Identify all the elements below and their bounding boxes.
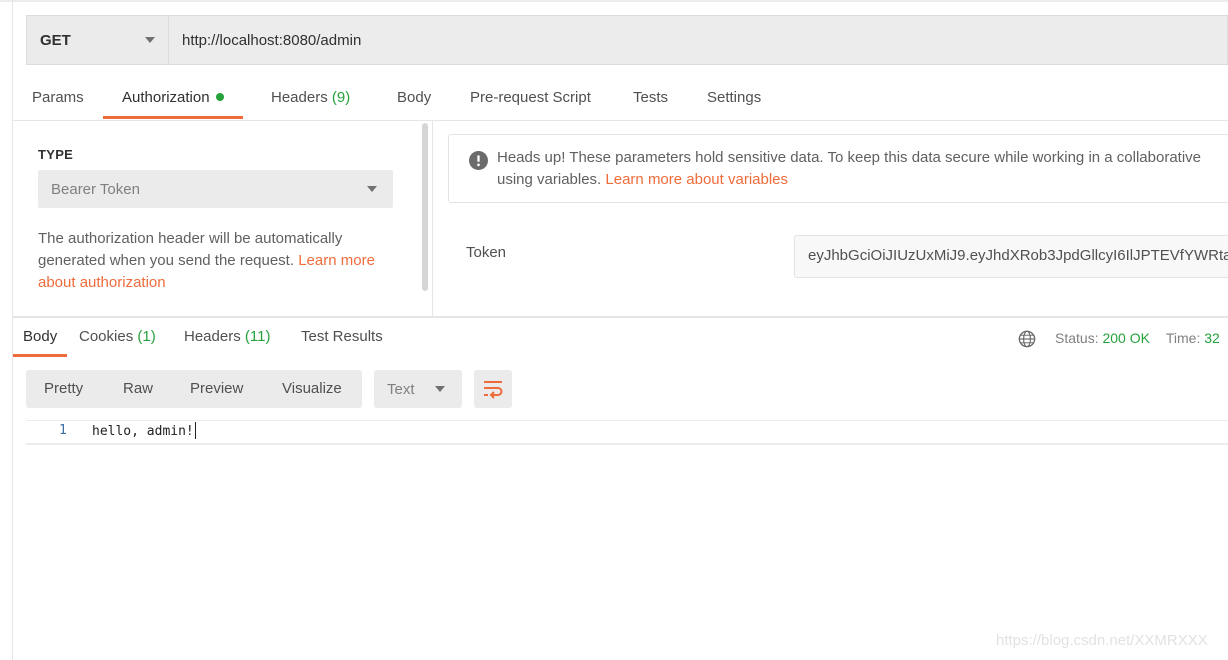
response-body-editor[interactable] bbox=[26, 420, 1228, 445]
chevron-down-icon bbox=[145, 37, 155, 43]
format-select[interactable]: Text bbox=[374, 370, 462, 408]
visualize-button[interactable]: Visualize bbox=[282, 370, 342, 408]
tab-params[interactable]: Params bbox=[32, 80, 84, 118]
auth-description: The authorization header will be automat… bbox=[38, 228, 408, 294]
active-dot-icon bbox=[215, 93, 224, 102]
tab-headers-count: (9) bbox=[331, 89, 351, 106]
tab-settings[interactable]: Settings bbox=[707, 80, 761, 118]
line-number: 1 bbox=[59, 423, 67, 438]
auth-description-text: The authorization header will be automat… bbox=[38, 230, 343, 269]
response-divider[interactable] bbox=[13, 316, 1228, 318]
response-tab-body[interactable]: Body bbox=[13, 320, 68, 357]
token-input[interactable]: eyJhbGciOiJIUzUxMiJ9.eyJhdXRob3JpdGllcyI… bbox=[794, 235, 1228, 278]
tab-headers[interactable]: Headers (9) bbox=[271, 80, 350, 118]
time-label: Time: bbox=[1165, 330, 1201, 346]
method-label: GET bbox=[40, 31, 71, 49]
response-tabs: Body Cookies (1) Headers (11) Test Resul… bbox=[13, 320, 1228, 358]
info-icon bbox=[469, 151, 488, 170]
type-label: TYPE bbox=[38, 147, 74, 162]
token-label: Token bbox=[466, 244, 507, 261]
wrap-lines-button[interactable] bbox=[474, 370, 512, 408]
pane-scrollbar[interactable] bbox=[422, 123, 428, 291]
status-value[interactable]: 200 OK bbox=[1102, 330, 1149, 346]
time-value[interactable]: 32 bbox=[1204, 330, 1220, 346]
learn-more-variables-link[interactable]: Learn more about variables bbox=[605, 171, 788, 188]
view-mode-group: Pretty Raw Preview Visualize bbox=[26, 370, 362, 408]
heads-up-banner: Heads up! These parameters hold sensitiv… bbox=[448, 134, 1228, 203]
heads-up-text: Heads up! These parameters hold sensitiv… bbox=[497, 147, 1228, 191]
heads-up-line2: using variables. bbox=[497, 171, 602, 188]
status-label: Status: bbox=[1055, 330, 1099, 346]
tab-body-label: Body bbox=[397, 89, 432, 106]
wrap-lines-icon bbox=[484, 381, 503, 399]
response-tab-headers-label: Headers bbox=[184, 328, 241, 345]
tab-settings-label: Settings bbox=[707, 89, 762, 106]
pretty-button[interactable]: Pretty bbox=[44, 370, 83, 408]
method-select[interactable]: GET bbox=[26, 15, 169, 65]
watermark: https://blog.csdn.net/XXMRXXX bbox=[996, 632, 1208, 649]
response-tab-body-label: Body bbox=[23, 328, 58, 345]
response-tab-headers[interactable]: Headers (11) bbox=[184, 320, 270, 354]
text-cursor bbox=[194, 422, 196, 439]
chevron-down-icon bbox=[435, 386, 445, 392]
tab-pre-request-label: Pre-request Script bbox=[470, 89, 591, 106]
tab-tests-label: Tests bbox=[633, 89, 669, 106]
raw-button[interactable]: Raw bbox=[123, 370, 153, 408]
url-input[interactable]: http://localhost:8080/admin bbox=[169, 15, 1228, 65]
tab-params-label: Params bbox=[32, 89, 84, 106]
response-body-text: hello, admin! bbox=[92, 424, 194, 439]
chevron-down-icon bbox=[367, 186, 377, 192]
request-bar: GET http://localhost:8080/admin bbox=[26, 15, 1228, 65]
status-area: Status: 200 OK Time: 32 bbox=[1055, 330, 1220, 346]
globe-icon[interactable] bbox=[1018, 330, 1036, 348]
auth-type-select[interactable]: Bearer Token bbox=[38, 170, 393, 208]
response-tab-cookies[interactable]: Cookies (1) bbox=[79, 320, 156, 354]
response-tab-test-results[interactable]: Test Results bbox=[301, 320, 383, 354]
tab-headers-label: Headers bbox=[271, 89, 328, 106]
tab-authorization[interactable]: Authorization bbox=[103, 80, 243, 119]
heads-up-line2-wrap: using variables. Learn more about variab… bbox=[497, 169, 1228, 191]
preview-button[interactable]: Preview bbox=[190, 370, 243, 408]
tab-pre-request-script[interactable]: Pre-request Script bbox=[470, 80, 591, 118]
heads-up-line1: Heads up! These parameters hold sensitiv… bbox=[497, 149, 1202, 166]
response-headers-count: (11) bbox=[244, 328, 271, 345]
tab-tests[interactable]: Tests bbox=[633, 80, 668, 118]
request-tabs: Params Authorization Headers (9) Body Pr… bbox=[13, 80, 1228, 121]
format-value: Text bbox=[387, 380, 415, 398]
response-tab-cookies-label: Cookies bbox=[79, 328, 134, 345]
tab-authorization-label: Authorization bbox=[122, 89, 210, 106]
response-cookies-count: (1) bbox=[137, 328, 156, 345]
tab-body[interactable]: Body bbox=[397, 80, 431, 118]
response-tab-test-results-label: Test Results bbox=[301, 328, 383, 345]
response-body-code[interactable]: hello, admin! bbox=[92, 422, 196, 440]
auth-type-value: Bearer Token bbox=[51, 180, 140, 198]
top-edge bbox=[0, 0, 1228, 2]
pane-divider bbox=[432, 120, 433, 316]
